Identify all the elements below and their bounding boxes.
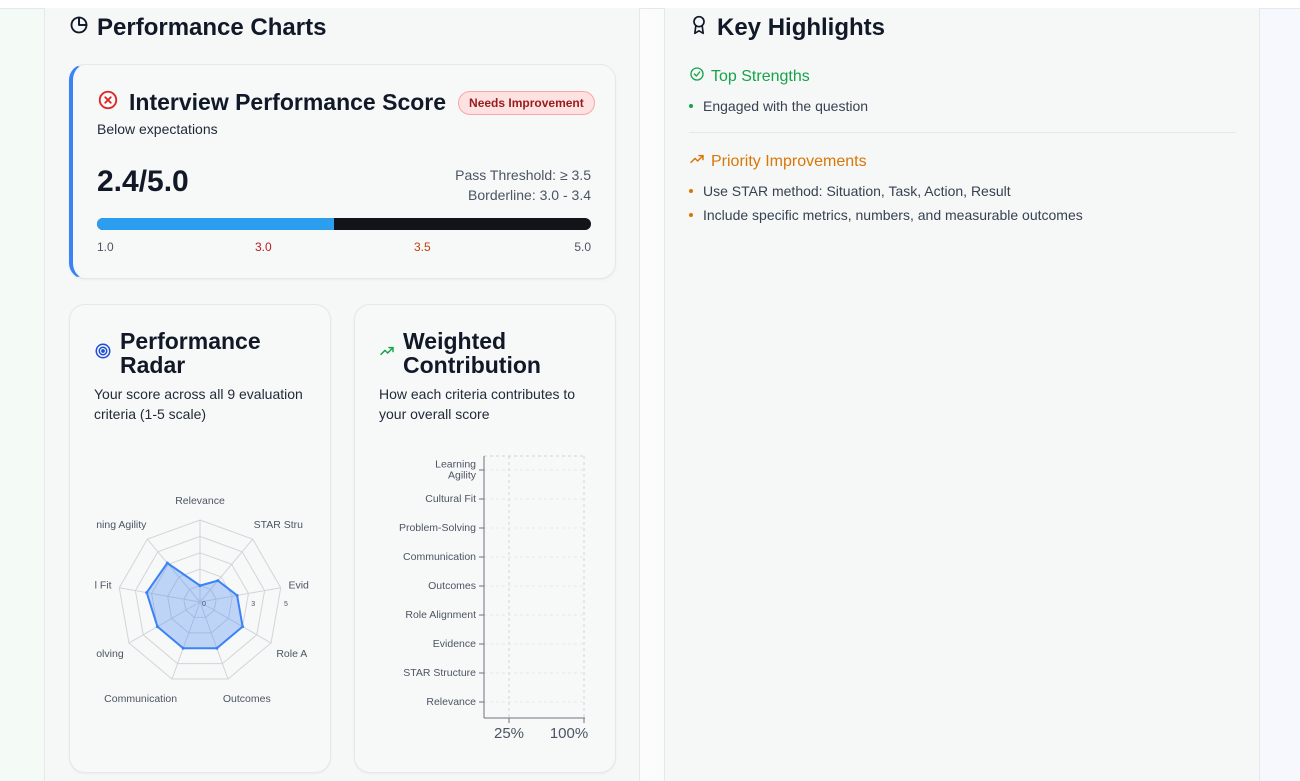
score-scale: 1.0 3.0 3.5 5.0 [97,240,591,254]
radar-point [235,593,239,597]
weighted-subtitle: How each criteria contributes to your ov… [379,386,576,422]
radar-point [145,591,149,595]
score-progress-fill [97,218,335,230]
tick-borderline: 3.0 [255,240,272,254]
top-strengths-heading: Top Strengths [689,66,810,87]
improvements-list: Use STAR method: Situation, Task, Action… [689,179,1083,227]
key-highlights-panel: Key Highlights Top Strengths Engaged wit… [664,8,1260,781]
target-icon [94,342,112,365]
y-tick-label: Evidence [433,638,476,650]
y-tick-label: STAR Structure [403,667,476,679]
list-item: Use STAR method: Situation, Task, Action… [689,179,1083,203]
radar-point [216,579,220,583]
weighted-title-line1: Weighted [403,328,507,354]
radar-series-area [145,561,244,650]
radar-category-label: Outcomes [223,693,271,705]
radar-category-label: l Fit [95,579,112,591]
y-tick-label: Relevance [426,696,476,708]
radar-subtitle: Your score across all 9 evaluation crite… [94,386,303,422]
radar-category-label: STAR Stru [254,519,304,531]
radar-title-line1: Performance [120,328,261,354]
radar-point [155,625,159,629]
trending-up-icon [689,151,705,172]
x-tick-label: 25% [494,725,524,742]
radar-category-label: olving [96,648,124,660]
score-card-title: Interview Performance Score [129,89,447,115]
radar-point [165,561,169,565]
bullet [689,213,693,217]
radar-category-label: Communication [104,693,177,705]
list-item: Engaged with the question [689,94,868,118]
radar-title-line2: Radar [120,352,186,378]
radar-category-label: Evid [288,579,309,591]
y-tick-label: Communication [403,551,476,563]
radar-point [198,584,202,588]
radar-radial-tick: 0 [202,601,206,608]
score-progress-bar [97,218,591,230]
pie-chart-icon [69,14,89,42]
score-subtitle: Below expectations [97,121,218,137]
y-tick-label: Problem-Solving [399,522,476,534]
interview-score-card: Interview Performance Score Needs Improv… [69,64,616,279]
thresholds: Pass Threshold: ≥ 3.5 Borderline: 3.0 - … [455,165,591,205]
weighted-bar-chart: LearningAgilityCultural FitProblem-Solvi… [399,455,588,742]
list-item: Include specific metrics, numbers, and m… [689,203,1083,227]
priority-improvements-heading: Priority Improvements [689,151,867,172]
status-badge: Needs Improvement [458,90,595,115]
radar-radial-tick: 5 [284,601,288,608]
y-tick-label: Agility [448,470,477,482]
weighted-title-line2: Contribution [403,352,541,378]
radar-category-label: Role A [276,648,307,660]
pass-threshold: Pass Threshold: ≥ 3.5 [455,167,591,183]
trending-up-icon [379,343,395,364]
radar-point [241,625,245,629]
check-circle-icon [689,66,705,87]
key-highlights-title: Key Highlights [689,14,885,42]
tick-pass: 3.5 [414,240,431,254]
radar-category-label: ning Agility [96,519,147,531]
award-icon [689,14,709,42]
tick-max: 5.0 [574,240,591,254]
borderline-range: Borderline: 3.0 - 3.4 [468,187,591,203]
score-card-header: Interview Performance Score Needs Improv… [97,89,595,116]
radar-category-label: Relevance [175,495,225,507]
radar-radial-tick: 3 [251,601,255,608]
error-circle-icon [97,89,119,116]
y-tick-label: Outcomes [428,580,476,592]
weighted-contribution-card: Weighted Contribution How each criteria … [354,304,616,773]
radar-chart: 0 3 5 Relevance STAR Stru Evid Role A Outcomes C… [95,495,309,705]
performance-charts-panel: Performance Charts Interview Performance… [44,8,640,781]
score-value: 2.4/5.0 [97,165,189,198]
radar-point [181,646,185,650]
radar-card-header: Performance Radar [94,329,261,377]
tick-min: 1.0 [97,240,114,254]
y-tick-label: Role Alignment [405,609,476,621]
bullet [689,104,693,108]
performance-radar-card: Performance Radar Your score across all … [69,304,331,773]
divider [689,132,1236,133]
x-tick-label: 100% [550,725,588,742]
bullet [689,189,693,193]
radar-point [215,646,219,650]
strengths-list: Engaged with the question [689,94,868,118]
performance-charts-title: Performance Charts [69,14,326,42]
weighted-card-header: Weighted Contribution [379,329,541,377]
y-tick-label: Cultural Fit [425,493,476,505]
